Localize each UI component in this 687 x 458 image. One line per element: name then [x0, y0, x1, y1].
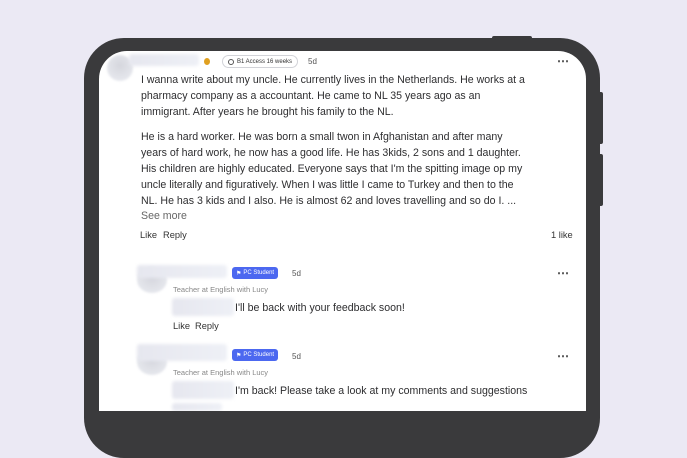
comment-more-options-icon[interactable]: ⋯ — [557, 267, 570, 279]
flag-icon: ⚑ — [236, 270, 242, 277]
comment-text: I'm back! Please take a look at my comme… — [235, 385, 528, 397]
comment-like-button[interactable]: Like — [173, 321, 190, 331]
student-badge: ⚑ PC Student — [232, 349, 279, 361]
level-badge: B1 Access 16 weeks — [222, 55, 299, 68]
comment-time: 5d — [292, 269, 301, 278]
post-line: immigrant. After years he brought his fa… — [141, 106, 394, 118]
phone-power-button — [492, 36, 532, 42]
post-line: years of hard work, he now has a good li… — [141, 147, 521, 159]
flag-icon: ⚑ — [236, 352, 242, 359]
level-badge-label: B1 Access 16 weeks — [237, 58, 293, 65]
post-time: 5d — [308, 57, 317, 66]
phone-screen: B1 Access 16 weeks 5d ⋯ I wanna write ab… — [99, 51, 586, 411]
post-like-button[interactable]: Like — [140, 230, 157, 240]
post-line: NL. He has 3 kids and I also. He is almo… — [141, 195, 517, 207]
comment-time: 5d — [292, 352, 301, 361]
student-badge-label: PC Student — [243, 352, 275, 358]
post-more-options-icon[interactable]: ⋯ — [557, 55, 570, 67]
post-line: uncle literally and figuratively. When I… — [141, 179, 514, 191]
phone-volume-down-button — [598, 154, 603, 206]
comment-author-subtitle: Teacher at English with Lucy — [173, 368, 269, 377]
mention-redacted[interactable] — [172, 298, 234, 316]
comment-reply-button[interactable]: Reply — [195, 321, 219, 331]
comment-text-continuation-redacted — [172, 403, 222, 411]
post-line: I wanna write about my uncle. He current… — [141, 74, 525, 86]
post-line: pharmacy company as a accountant. He cam… — [141, 90, 481, 102]
medal-icon — [204, 58, 210, 65]
student-badge-label: PC Student — [243, 270, 275, 276]
post-paragraph-2: He is a hard worker. He was born a small… — [141, 129, 581, 209]
post-paragraph-1: I wanna write about my uncle. He current… — [141, 72, 581, 120]
comment-author-name-redacted[interactable] — [137, 265, 227, 278]
see-more-link[interactable]: See more — [141, 208, 187, 224]
comment-text: I'll be back with your feedback soon! — [235, 302, 405, 314]
mention-redacted[interactable] — [172, 381, 234, 399]
post-line: His children are highly educated. Everyo… — [141, 163, 523, 175]
post-reply-button[interactable]: Reply — [163, 230, 187, 240]
comment-more-options-icon[interactable]: ⋯ — [557, 350, 570, 362]
comment-author-name-redacted[interactable] — [137, 344, 227, 361]
comment-author-subtitle: Teacher at English with Lucy — [173, 285, 269, 294]
post-like-count[interactable]: 1 like — [551, 230, 573, 240]
post-line: He is a hard worker. He was born a small… — [141, 131, 503, 143]
clock-icon — [228, 58, 234, 65]
student-badge: ⚑ PC Student — [232, 267, 279, 279]
post-author-name-redacted[interactable] — [129, 54, 199, 66]
phone-volume-up-button — [598, 92, 603, 144]
